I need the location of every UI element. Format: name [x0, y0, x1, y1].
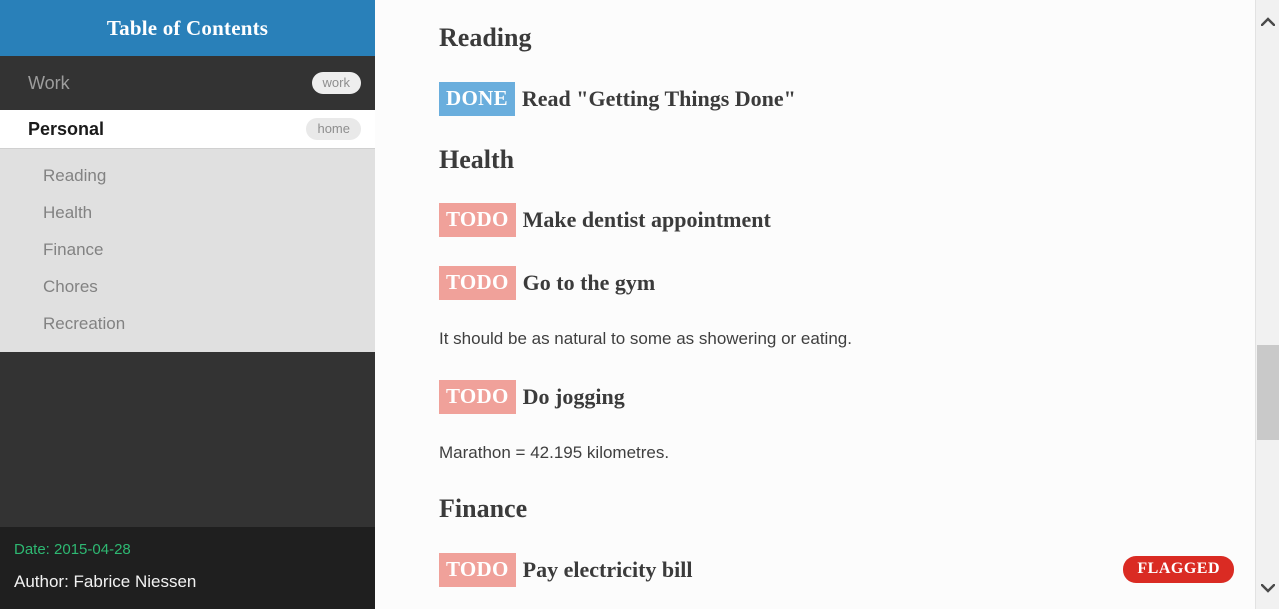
- toc-sub-list: Reading Health Finance Chores Recreation: [0, 148, 375, 352]
- document-body: Reading DONE Read "Getting Things Done" Hea…: [375, 0, 1255, 587]
- toc-top-level-list: Work work Personal home: [0, 56, 375, 148]
- sidebar-item-finance[interactable]: Finance: [0, 231, 375, 268]
- body-paragraph: It should be as natural to some as showe…: [439, 329, 852, 349]
- sidebar-item-recreation[interactable]: Recreation: [0, 305, 375, 342]
- app-root: Table of Contents Work work Personal hom…: [0, 0, 1279, 609]
- table-of-contents-sidebar: Table of Contents Work work Personal hom…: [0, 0, 375, 609]
- sidebar-item-work[interactable]: Work work: [0, 56, 375, 110]
- scrollbar-thumb[interactable]: [1257, 345, 1279, 440]
- task-item[interactable]: DONE Read "Getting Things Done": [439, 81, 1255, 116]
- document-content-area: Reading DONE Read "Getting Things Done" Hea…: [375, 0, 1279, 609]
- body-paragraph: Marathon = 42.195 kilometres.: [439, 443, 670, 463]
- sidebar-item-label: Recreation: [43, 313, 126, 333]
- todo-keyword-badge[interactable]: TODO: [439, 203, 516, 238]
- task-title: Read "Getting Things Done": [521, 85, 796, 111]
- flagged-badge[interactable]: FLAGGED: [1123, 556, 1234, 584]
- sidebar-item-chores[interactable]: Chores: [0, 268, 375, 305]
- section-heading: Reading: [439, 23, 532, 52]
- task-title: Do jogging: [522, 384, 625, 410]
- page-title: Table of Contents: [106, 15, 269, 40]
- sidebar-item-label: Reading: [43, 165, 107, 185]
- todo-keyword-badge[interactable]: TODO: [439, 380, 516, 415]
- task-title: Pay electricity bill: [522, 556, 693, 582]
- section-heading: Health: [439, 144, 515, 174]
- sidebar-footer: Date: 2015-04-28 Author: Fabrice Niessen: [0, 527, 375, 609]
- sidebar-item-label: Work: [28, 72, 70, 93]
- task-item[interactable]: TODO Pay electricity bill FLAGGED: [439, 552, 1255, 587]
- sidebar-item-label: Personal: [28, 118, 105, 139]
- task-item[interactable]: TODO Make dentist appointment: [439, 203, 1255, 238]
- vertical-scrollbar[interactable]: [1255, 0, 1279, 609]
- tag-work[interactable]: work: [311, 72, 361, 94]
- task-item[interactable]: TODO Go to the gym: [439, 266, 1255, 301]
- chevron-up-icon[interactable]: [1256, 8, 1279, 34]
- sidebar-item-health[interactable]: Health: [0, 194, 375, 231]
- document-author: Author: Fabrice Niessen: [14, 572, 197, 591]
- todo-keyword-badge[interactable]: TODO: [439, 266, 516, 301]
- sidebar-item-label: Health: [43, 202, 93, 222]
- document-date: Date: 2015-04-28: [14, 541, 131, 558]
- task-title: Go to the gym: [522, 270, 656, 296]
- sidebar-filler: [0, 352, 375, 527]
- sidebar-header: Table of Contents: [0, 0, 375, 56]
- tag-home[interactable]: home: [306, 118, 361, 140]
- sidebar-item-label: Chores: [43, 276, 98, 296]
- done-keyword-badge[interactable]: DONE: [439, 81, 515, 116]
- todo-keyword-badge[interactable]: TODO: [439, 552, 516, 587]
- sidebar-item-personal[interactable]: Personal home: [0, 110, 375, 148]
- sidebar-item-label: Finance: [43, 239, 104, 259]
- task-item[interactable]: TODO Do jogging: [439, 380, 1255, 415]
- sidebar-item-reading[interactable]: Reading: [0, 157, 375, 194]
- section-heading: Finance: [439, 494, 528, 524]
- chevron-down-icon[interactable]: [1256, 575, 1279, 601]
- task-title: Make dentist appointment: [522, 207, 771, 233]
